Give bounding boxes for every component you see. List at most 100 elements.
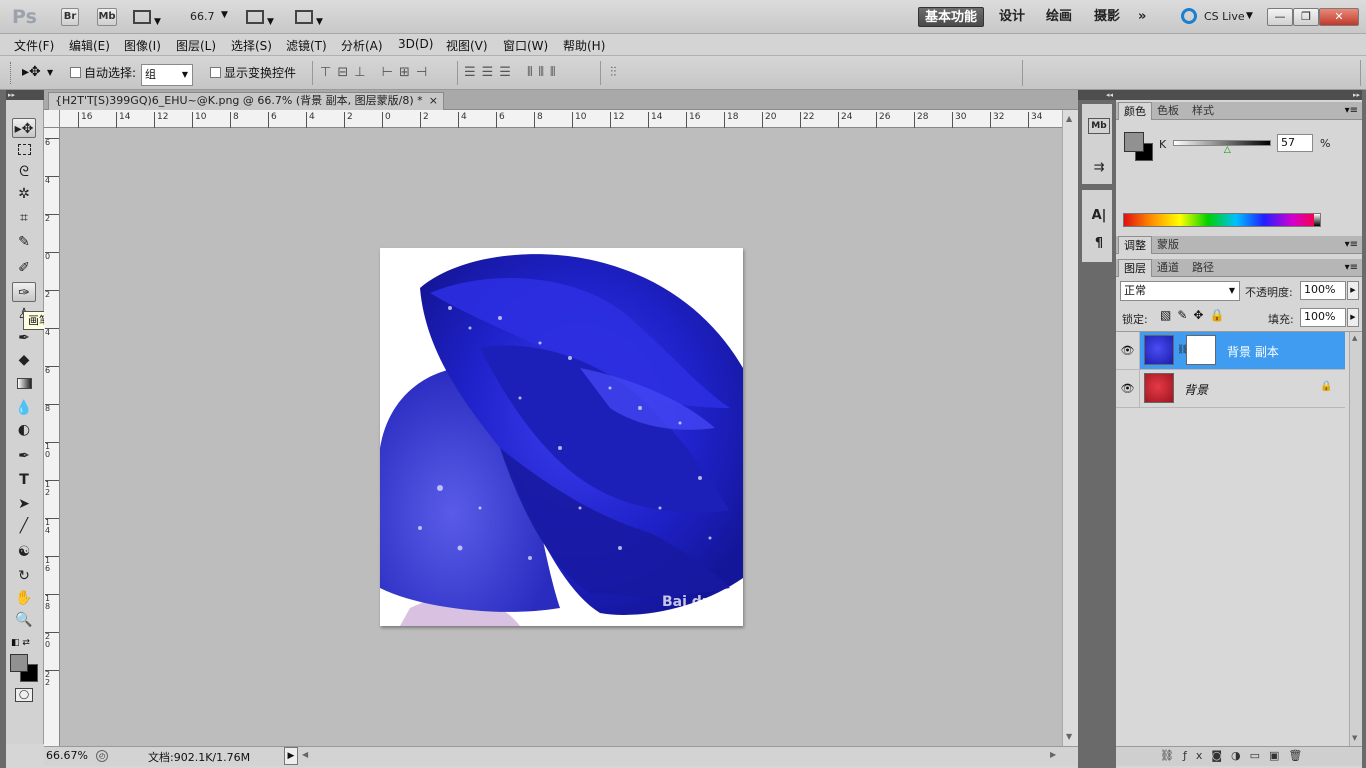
status-menu-icon[interactable]: ▶ — [284, 747, 298, 765]
view-extras-button[interactable]: ▼ — [133, 8, 171, 27]
fill-stepper-icon[interactable]: ▶ — [1347, 308, 1359, 327]
paragraph-panel-icon[interactable]: ¶ — [1088, 234, 1110, 254]
auto-align-icon[interactable]: ⫶⫶ — [610, 65, 617, 80]
workspace-photography[interactable]: 摄影 — [1088, 7, 1126, 27]
k-value-field[interactable]: 57 — [1277, 134, 1313, 152]
move-tool-preset-icon[interactable]: ▸✥ — [22, 64, 41, 80]
scroll-left-icon[interactable]: ◀ — [302, 750, 308, 759]
menu-layer[interactable]: 图层(L) — [176, 37, 216, 54]
eyedropper-tool-icon[interactable]: ✎ — [12, 232, 36, 252]
bridge-button[interactable]: Br — [61, 8, 79, 26]
close-button[interactable]: ✕ — [1319, 8, 1359, 26]
layer-mask-thumbnail[interactable] — [1186, 335, 1216, 365]
screen-mode-button[interactable]: ▼ — [295, 8, 331, 27]
3d-rotate-tool-icon[interactable]: ☯ — [12, 542, 36, 562]
arrange-documents-button[interactable]: ▼ — [246, 8, 284, 27]
menu-select[interactable]: 选择(S) — [231, 37, 272, 54]
auto-select-dropdown[interactable]: 组 ▼ — [141, 64, 193, 86]
layer-row-background-copy[interactable]: ⛓ 背景 副本 — [1140, 332, 1345, 370]
k-slider-track[interactable] — [1173, 140, 1271, 146]
path-select-tool-icon[interactable]: ➤ — [12, 494, 36, 514]
hand-tool-icon[interactable]: ✋ — [12, 588, 36, 608]
restore-button[interactable]: ❐ — [1293, 8, 1319, 26]
layer-name[interactable]: 背景 — [1184, 381, 1208, 398]
ruler-origin[interactable] — [44, 110, 60, 128]
color-ramp[interactable] — [1123, 213, 1321, 227]
quick-mask-icon[interactable]: ◯ — [15, 688, 33, 702]
workspace-design[interactable]: 设计 — [993, 7, 1031, 27]
blur-tool-icon[interactable]: 💧 — [12, 398, 36, 418]
collapse-strip-icon[interactable]: ◂◂ — [1078, 90, 1116, 100]
tab-adjustments[interactable]: 调整 — [1118, 236, 1152, 254]
blend-mode-dropdown[interactable]: 正常 ▼ — [1120, 281, 1240, 301]
menu-help[interactable]: 帮助(H) — [563, 37, 605, 54]
layer-name[interactable]: 背景 副本 — [1227, 343, 1279, 360]
align-icons[interactable]: ⊤⊟⊥ ⊢⊞⊣ — [320, 65, 433, 80]
menu-filter[interactable]: 滤镜(T) — [286, 37, 327, 54]
scroll-down-icon[interactable]: ▼ — [1066, 732, 1072, 741]
tab-color[interactable]: 颜色 — [1118, 102, 1152, 120]
tab-masks[interactable]: 蒙版 — [1152, 236, 1184, 254]
workspace-painting[interactable]: 绘画 — [1040, 7, 1078, 27]
menu-edit[interactable]: 编辑(E) — [69, 37, 110, 54]
eye-icon[interactable]: 👁 — [1116, 370, 1140, 408]
scroll-right-icon[interactable]: ▶ — [1050, 750, 1056, 759]
default-colors-icon[interactable]: ◧ ⇄ — [11, 638, 30, 648]
layer-action-icons[interactable]: ⛓ƒx◙◑▭▣🗑 — [1160, 749, 1311, 762]
close-document-icon[interactable]: × — [429, 93, 438, 109]
more-workspaces-icon[interactable]: » — [1132, 7, 1152, 27]
tab-layers[interactable]: 图层 — [1118, 259, 1152, 277]
eye-icon[interactable]: 👁 — [1116, 332, 1140, 370]
healing-brush-tool-icon[interactable]: ✐ — [12, 258, 36, 278]
scroll-up-icon[interactable]: ▲ — [1066, 114, 1072, 123]
distribute-icons[interactable]: ☰☰☰ ⫴⫴⫴ — [464, 65, 561, 80]
fill-field[interactable]: 100% — [1300, 308, 1346, 327]
scroll-down-icon[interactable]: ▼ — [1352, 734, 1357, 742]
menu-image[interactable]: 图像(I) — [124, 37, 161, 54]
history-panel-icon[interactable]: ⇉ — [1088, 158, 1110, 178]
quick-select-tool-icon[interactable]: ✲ — [12, 184, 36, 204]
chevron-down-icon[interactable]: ▼ — [221, 10, 228, 20]
foreground-color-swatch[interactable] — [10, 654, 28, 672]
status-zoom[interactable]: 66.67% — [46, 749, 88, 762]
minimize-button[interactable]: — — [1267, 8, 1293, 26]
layers-scrollbar[interactable]: ▲ ▼ — [1349, 332, 1362, 746]
3d-orbit-tool-icon[interactable]: ↻ — [12, 566, 36, 586]
dodge-tool-icon[interactable]: ◐ — [12, 420, 36, 440]
show-transform-checkbox[interactable] — [210, 67, 221, 78]
eraser-tool-icon[interactable]: ◆ — [12, 350, 36, 370]
gradient-tool-icon[interactable] — [12, 374, 36, 394]
panel-menu-icon[interactable]: ▾≡ — [1345, 259, 1358, 277]
tab-styles[interactable]: 样式 — [1187, 102, 1219, 120]
opacity-field[interactable]: 100% — [1300, 281, 1346, 300]
brush-tool-icon[interactable]: ✑ — [12, 282, 36, 302]
pen-tool-icon[interactable]: ✒ — [12, 446, 36, 466]
history-brush-tool-icon[interactable]: ✒ — [12, 328, 36, 348]
collapse-panels-icon[interactable]: ▸▸ — [1116, 90, 1366, 100]
document-canvas[interactable]: Bai du — [380, 248, 743, 626]
tab-swatches[interactable]: 色板 — [1152, 102, 1184, 120]
mini-bridge-button[interactable]: Mb — [97, 8, 117, 26]
document-tab[interactable]: {H2T'T[S)399GQ)6_EHU~@K.png @ 66.7% (背景 … — [48, 92, 444, 110]
crop-tool-icon[interactable]: ⌗ — [12, 208, 36, 228]
chevron-down-icon[interactable]: ▼ — [47, 68, 53, 77]
vertical-scrollbar[interactable]: ▲ ▼ — [1062, 110, 1078, 746]
marquee-tool-icon[interactable] — [12, 140, 36, 160]
tab-channels[interactable]: 通道 — [1152, 259, 1184, 277]
menu-3d[interactable]: 3D(D) — [398, 37, 433, 51]
k-slider-thumb[interactable]: △ — [1224, 145, 1231, 155]
move-tool-icon[interactable]: ▸✥ — [12, 118, 36, 138]
toolbox-header[interactable]: ▸▸ — [6, 90, 44, 100]
menu-view[interactable]: 视图(V) — [446, 37, 488, 54]
panel-menu-icon[interactable]: ▾≡ — [1345, 102, 1358, 120]
zoom-level[interactable]: 66.7 — [190, 10, 215, 23]
workspace-essentials[interactable]: 基本功能 — [918, 7, 985, 27]
menu-file[interactable]: 文件(F) — [14, 37, 54, 54]
color-fg-swatch[interactable] — [1124, 132, 1144, 152]
tab-paths[interactable]: 路径 — [1187, 259, 1219, 277]
cs-live-button[interactable]: CS Live — [1204, 10, 1245, 23]
menu-analysis[interactable]: 分析(A) — [341, 37, 383, 54]
chevron-down-icon[interactable]: ▼ — [1246, 11, 1253, 21]
zoom-tool-icon[interactable]: 🔍 — [12, 610, 36, 630]
line-tool-icon[interactable]: ╱ — [12, 516, 36, 536]
